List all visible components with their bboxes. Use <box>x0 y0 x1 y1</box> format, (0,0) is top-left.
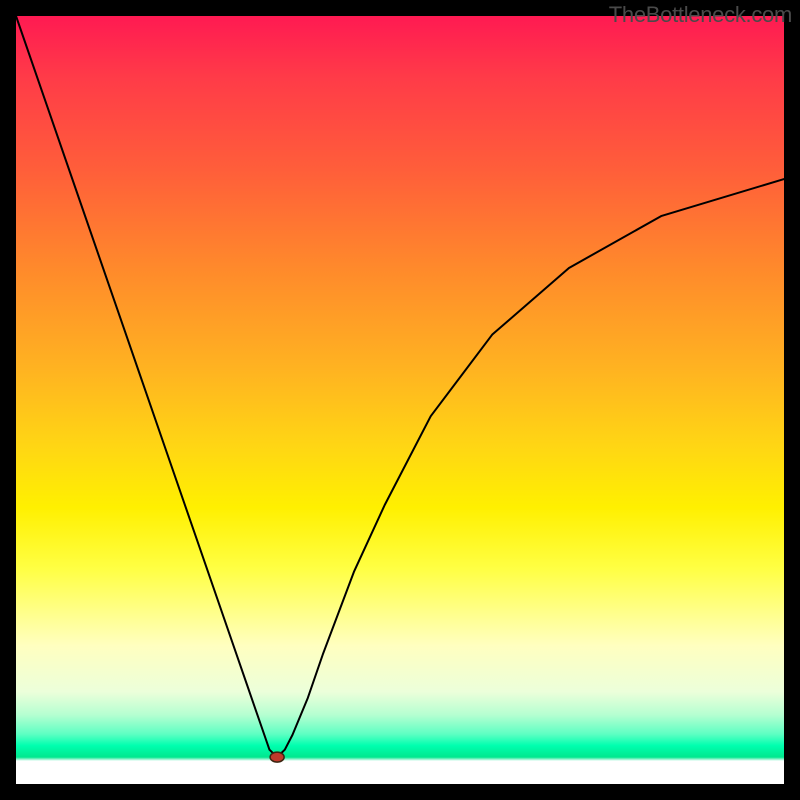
chart-area <box>16 16 784 784</box>
curve-layer <box>16 16 784 784</box>
bottleneck-curve <box>16 16 784 757</box>
watermark-text: TheBottleneck.com <box>609 2 792 28</box>
minimum-marker <box>270 752 284 762</box>
